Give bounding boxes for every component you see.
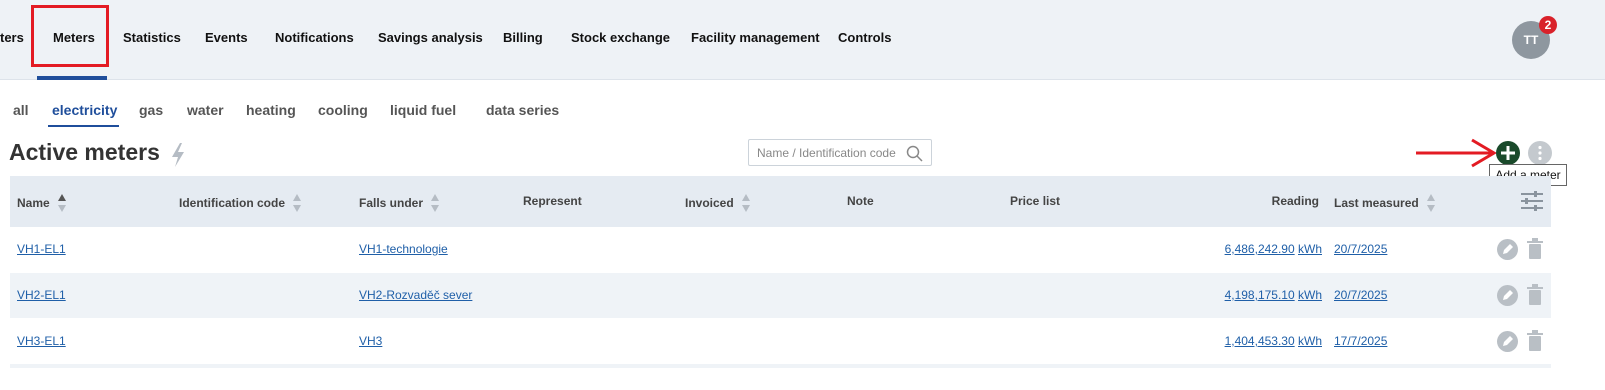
column-header-falls-under-label: Falls under (359, 196, 424, 210)
sort-icon[interactable] (741, 194, 750, 212)
last-measured-link[interactable]: 17/7/2025 (1334, 334, 1387, 348)
reading-unit-link[interactable]: kWh (1298, 334, 1322, 348)
nav-item-stock-exchange[interactable]: Stock exchange (571, 30, 670, 45)
sort-icon[interactable] (1426, 194, 1435, 212)
column-header-falls-under[interactable]: Falls under (359, 194, 440, 212)
column-header-note: Note (847, 194, 874, 208)
nav-item-facility-management[interactable]: Facility management (691, 30, 820, 45)
sort-icon[interactable] (293, 194, 302, 212)
subtab-gas[interactable]: gas (139, 102, 163, 118)
column-header-last-measured-label: Last measured (1334, 196, 1419, 210)
add-meter-button[interactable] (1496, 141, 1520, 165)
reading-link[interactable]: 1,404,453.30 (1225, 334, 1295, 348)
table-row: VH2-EL1 VH2-Rozvaděč sever 4,198,175.10 … (10, 273, 1551, 318)
falls-under-link[interactable]: VH3 (359, 334, 382, 348)
edit-button[interactable] (1497, 239, 1518, 260)
edit-button[interactable] (1497, 285, 1518, 306)
pencil-icon (1503, 336, 1513, 346)
reading-unit-link[interactable]: kWh (1298, 242, 1322, 256)
column-settings-icon[interactable] (1520, 189, 1544, 213)
active-subtab-indicator (48, 125, 119, 127)
subtab-liquid-fuel[interactable]: liquid fuel (390, 102, 456, 118)
subtab-all[interactable]: all (13, 102, 29, 118)
column-header-name[interactable]: Name (17, 194, 66, 212)
table-row: VH3-EL1 VH3 1,404,453.30 kWh 17/7/2025 (10, 319, 1551, 364)
reading-link[interactable]: 6,486,242.90 (1225, 242, 1295, 256)
reading-unit-link[interactable]: kWh (1298, 288, 1322, 302)
column-header-represent: Represent (523, 194, 582, 208)
column-header-invoiced[interactable]: Invoiced (685, 194, 750, 212)
sort-icon[interactable] (431, 194, 440, 212)
column-header-price-list: Price list (1010, 194, 1060, 208)
page-title: Active meters (9, 139, 160, 165)
trash-icon[interactable] (1526, 284, 1544, 306)
subtab-water[interactable]: water (187, 102, 224, 118)
column-header-reading-label: Reading (1271, 194, 1319, 208)
top-navigation: ters Meters Statistics Events Notificati… (0, 0, 1605, 80)
column-header-price-list-label: Price list (1010, 194, 1061, 208)
falls-under-link[interactable]: VH2-Rozvaděč sever (359, 288, 472, 302)
annotation-arrow-icon (1416, 138, 1497, 168)
meter-name-link[interactable]: VH2-EL1 (17, 288, 66, 302)
nav-item-notifications[interactable]: Notifications (275, 30, 354, 45)
column-header-invoiced-label: Invoiced (685, 196, 734, 210)
lightning-bolt-icon (172, 143, 184, 167)
column-header-identification-code[interactable]: Identification code (179, 194, 302, 212)
last-measured-link[interactable]: 20/7/2025 (1334, 288, 1387, 302)
pencil-icon (1503, 244, 1513, 254)
column-header-note-label: Note (847, 194, 874, 208)
last-measured-link[interactable]: 20/7/2025 (1334, 242, 1387, 256)
subtab-cooling[interactable]: cooling (318, 102, 368, 118)
active-nav-indicator (37, 76, 107, 80)
column-header-name-label: Name (17, 196, 50, 210)
table-header: Name Identification code Falls under Rep… (10, 176, 1551, 227)
column-header-last-measured[interactable]: Last measured (1334, 194, 1435, 212)
table-row-partial (10, 364, 1551, 368)
trash-icon[interactable] (1526, 330, 1544, 352)
column-header-represent-label: Represent (523, 194, 582, 208)
notification-badge: 2 (1539, 16, 1557, 34)
plus-circle-icon (1501, 146, 1515, 160)
vertical-dots-icon (1538, 145, 1542, 161)
trash-icon[interactable] (1526, 238, 1544, 260)
nav-item-controls[interactable]: Controls (838, 30, 891, 45)
meter-name-link[interactable]: VH1-EL1 (17, 242, 66, 256)
nav-item-meters-overview[interactable]: ters (0, 30, 24, 45)
nav-item-events[interactable]: Events (205, 30, 248, 45)
nav-item-statistics[interactable]: Statistics (123, 30, 181, 45)
pencil-icon (1503, 290, 1513, 300)
search-input[interactable] (757, 144, 899, 162)
search-icon[interactable] (906, 145, 923, 162)
reading-value: 4,198,175.10 kWh (1225, 288, 1322, 302)
reading-link[interactable]: 4,198,175.10 (1225, 288, 1295, 302)
subtab-electricity[interactable]: electricity (52, 102, 117, 118)
subtab-data-series[interactable]: data series (486, 102, 559, 118)
annotation-highlight-box (31, 5, 109, 67)
falls-under-link[interactable]: VH1-technologie (359, 242, 448, 256)
table-row: VH1-EL1 VH1-technologie 6,486,242.90 kWh… (10, 227, 1551, 272)
meter-name-link[interactable]: VH3-EL1 (17, 334, 66, 348)
reading-value: 1,404,453.30 kWh (1225, 334, 1322, 348)
sort-ascending-icon[interactable] (57, 194, 66, 212)
nav-item-savings-analysis[interactable]: Savings analysis (378, 30, 483, 45)
subtab-heating[interactable]: heating (246, 102, 296, 118)
column-header-identification-code-label: Identification code (179, 196, 286, 210)
nav-item-billing[interactable]: Billing (503, 30, 543, 45)
more-options-button[interactable] (1528, 141, 1552, 165)
column-header-reading: Reading (1272, 194, 1319, 208)
reading-value: 6,486,242.90 kWh (1225, 242, 1322, 256)
search-box (748, 139, 932, 166)
edit-button[interactable] (1497, 331, 1518, 352)
